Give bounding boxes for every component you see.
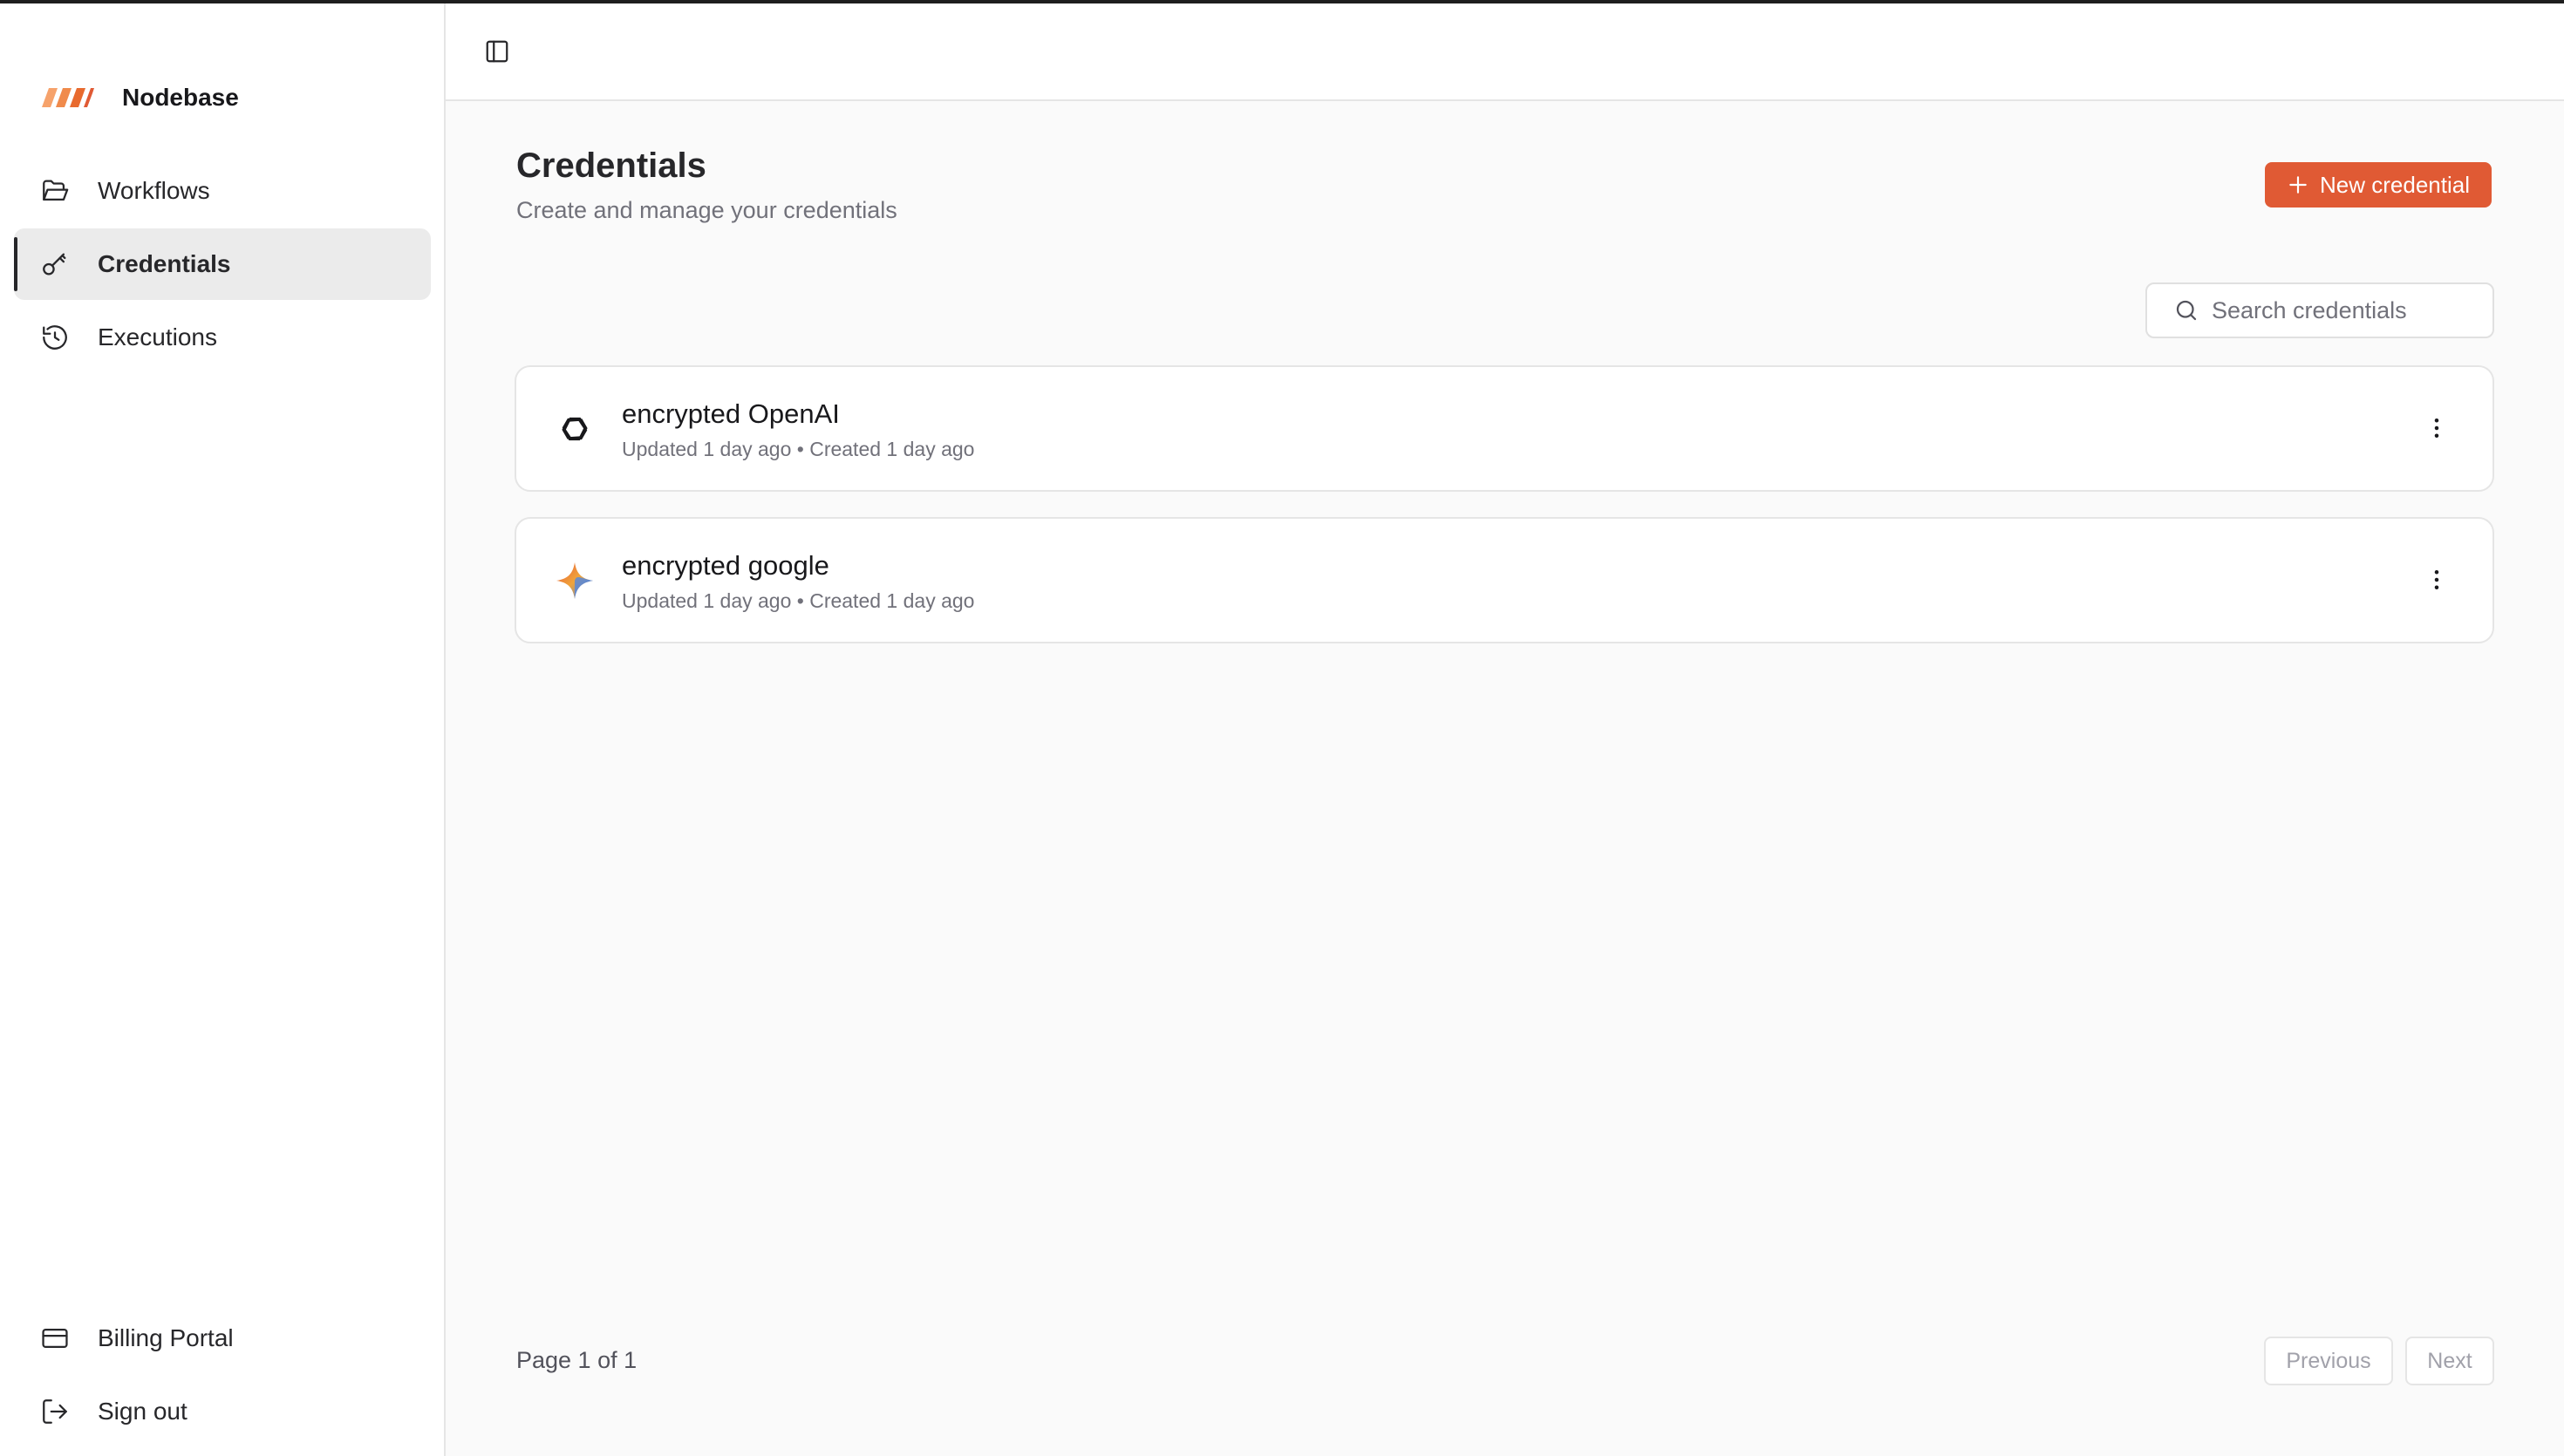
window-top-border [0,0,2564,3]
credential-name: encrypted google [622,550,829,581]
credential-card[interactable]: encrypted OpenAI Updated 1 day ago • Cre… [515,365,2494,492]
history-icon [40,323,70,352]
sidebar: Nodebase Workflows Credentials Execution… [0,3,446,1456]
more-vertical-icon [2434,570,2439,589]
new-credential-label: New credential [2320,171,2470,198]
sidebar-item-label: Billing Portal [98,1324,234,1351]
credential-options-button[interactable] [2419,411,2454,446]
sidebar-item-credentials[interactable]: Credentials [14,228,431,300]
credential-card[interactable]: encrypted google Updated 1 day ago • Cre… [515,517,2494,643]
previous-page-button[interactable]: Previous [2264,1337,2393,1385]
page-title: Credentials [516,146,706,185]
key-icon [40,249,70,279]
sidebar-item-executions[interactable]: Executions [14,302,431,373]
brand[interactable]: Nodebase [42,80,239,115]
pagination-info: Page 1 of 1 [516,1347,638,1373]
sidebar-item-billing-portal[interactable]: Billing Portal [14,1303,431,1374]
more-vertical-icon [2434,418,2439,438]
sidebar-item-label: Sign out [98,1398,188,1425]
sidebar-item-label: Executions [98,323,217,350]
gemini-icon [553,559,597,602]
credential-meta: Updated 1 day ago • Created 1 day ago [622,438,975,460]
sidebar-nav: Workflows Credentials Executions [14,155,431,375]
top-bar [446,3,2564,101]
sidebar-toggle-button[interactable] [482,37,512,66]
sidebar-footer-nav: Billing Portal Sign out [14,1303,431,1449]
openai-icon [553,407,597,451]
credit-card-icon [40,1323,70,1353]
log-out-icon [40,1397,70,1426]
search-box [2145,282,2494,338]
credentials-list: encrypted OpenAI Updated 1 day ago • Cre… [515,365,2494,669]
plus-icon [2289,176,2307,194]
sidebar-item-label: Credentials [98,250,231,277]
credential-meta: Updated 1 day ago • Created 1 day ago [622,589,975,612]
nodebase-logo-icon [42,88,94,107]
search-icon [2176,300,2197,321]
next-page-button[interactable]: Next [2405,1337,2494,1385]
credential-options-button[interactable] [2419,562,2454,597]
credential-name: encrypted OpenAI [622,398,840,429]
brand-name: Nodebase [122,84,239,111]
sidebar-item-workflows[interactable]: Workflows [14,155,431,227]
panel-left-icon [486,40,508,63]
page-subtitle: Create and manage your credentials [516,197,897,223]
sidebar-item-sign-out[interactable]: Sign out [14,1376,431,1447]
search-input[interactable] [2212,296,2491,324]
folder-open-icon [40,176,70,206]
sidebar-item-label: Workflows [98,177,210,204]
new-credential-button[interactable]: New credential [2265,162,2492,208]
